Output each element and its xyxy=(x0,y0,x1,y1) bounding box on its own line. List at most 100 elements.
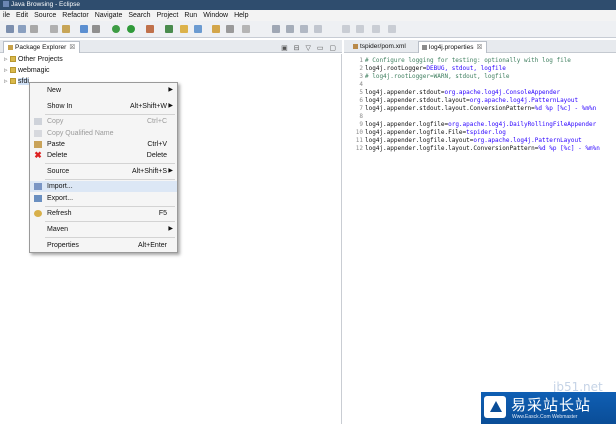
menu-item-properties[interactable]: Properties Alt+Enter xyxy=(30,240,177,251)
new-package-icon[interactable] xyxy=(180,25,188,33)
menu-separator xyxy=(45,114,175,115)
line-number: 1 xyxy=(359,57,363,64)
project-icon xyxy=(10,78,16,85)
menu-item-shortcut: F5 xyxy=(158,210,167,217)
print-icon[interactable] xyxy=(30,25,38,33)
window-titlebar: Java Browsing - Eclipse xyxy=(0,0,616,10)
menu-item-maven[interactable]: Maven ▶ xyxy=(30,224,177,235)
close-icon[interactable]: ☒ xyxy=(476,44,482,51)
code-key: log4j.appender.stdout.layout.ConversionP… xyxy=(365,105,535,112)
menu-refactor[interactable]: Refactor xyxy=(59,10,91,21)
tab-pom-xml[interactable]: tspider/pom.xml xyxy=(350,41,410,53)
properties-file-icon xyxy=(422,44,427,50)
menu-item-shortcut: Ctrl+C xyxy=(146,118,167,125)
menu-project[interactable]: Project xyxy=(154,10,182,21)
menu-item-refresh[interactable]: Refresh F5 xyxy=(30,208,177,219)
menu-item-label: Import... xyxy=(47,183,73,190)
menu-item-import[interactable]: Import... xyxy=(30,181,177,192)
menu-search[interactable]: Search xyxy=(125,10,153,21)
watermark-title: 易采站长站 xyxy=(511,396,592,414)
watermark-subtitle: Www.Easck.Com Webmaster xyxy=(512,414,578,420)
code-key: log4j.rootLogger= xyxy=(365,65,427,72)
menu-item-source[interactable]: Source Alt+Shift+S ▶ xyxy=(30,166,177,177)
debug-icon[interactable] xyxy=(80,25,88,33)
menu-run[interactable]: Run xyxy=(181,10,200,21)
tab-log4j-properties[interactable]: log4j.properties ☒ xyxy=(418,41,488,53)
tree-item-label: webmagic xyxy=(18,67,50,74)
forward-icon[interactable] xyxy=(356,25,364,33)
code-line: 7 log4j.appender.stdout.layout.Conversion… xyxy=(344,105,596,113)
menu-item-label: Paste xyxy=(47,141,65,148)
menu-item-copy[interactable]: Copy Ctrl+C xyxy=(30,116,177,127)
code-line: 1 # Configure logging for testing: option… xyxy=(344,57,571,65)
annotation-icon[interactable] xyxy=(314,25,322,33)
tree-item-sfdi[interactable]: ▹ sfdi xyxy=(4,77,29,87)
menu-item-label: Export... xyxy=(47,195,74,202)
new-class-icon[interactable] xyxy=(194,25,202,33)
menu-item-export[interactable]: Export... xyxy=(30,193,177,204)
perspective-icon[interactable] xyxy=(272,25,280,33)
toggle-mark-icon[interactable] xyxy=(242,25,250,33)
skip-breakpoints-icon[interactable] xyxy=(92,25,100,33)
menu-item-new[interactable]: New ▶ xyxy=(30,85,177,96)
code-value: org.apache.log4j.DailyRollingFileAppende… xyxy=(448,121,597,128)
submenu-arrow-icon: ▶ xyxy=(168,168,173,174)
save-icon[interactable] xyxy=(18,25,26,33)
menu-file[interactable]: ile xyxy=(0,10,13,21)
menu-window[interactable]: Window xyxy=(200,10,231,21)
code-value: org.apache.log4j.ConsoleAppender xyxy=(444,89,561,96)
code-value: tspider.log xyxy=(466,129,506,136)
code-line: 8 xyxy=(344,113,365,121)
run-icon[interactable] xyxy=(127,25,135,33)
open-type-icon[interactable] xyxy=(212,25,220,33)
line-number: 2 xyxy=(359,65,363,72)
tree-item-other-projects[interactable]: ▹ Other Projects xyxy=(4,55,63,65)
line-number: 10 xyxy=(355,129,363,136)
code-value: org.apache.log4j.PatternLayout xyxy=(473,137,582,144)
new-java-project-icon[interactable] xyxy=(165,25,173,33)
menu-source[interactable]: Source xyxy=(31,10,59,21)
block-select-icon[interactable] xyxy=(300,25,308,33)
menu-item-delete[interactable]: ✖ Delete Delete xyxy=(30,150,177,161)
code-line: 4 xyxy=(344,81,365,89)
code-comment: # Configure logging for testing: optiona… xyxy=(365,57,571,64)
submenu-arrow-icon: ▶ xyxy=(168,226,173,232)
site-logo-icon xyxy=(484,396,506,418)
debug-run-icon[interactable] xyxy=(112,25,120,33)
line-number: 3 xyxy=(359,73,363,80)
toggle-whitespace-icon[interactable] xyxy=(286,25,294,33)
close-icon[interactable]: ☒ xyxy=(69,44,75,51)
export-icon xyxy=(34,195,42,202)
line-number: 4 xyxy=(359,81,363,88)
last-edit-icon[interactable] xyxy=(372,25,380,33)
paste-icon xyxy=(34,141,42,148)
code-editor[interactable]: 1 # Configure logging for testing: option… xyxy=(344,54,616,424)
menu-item-paste[interactable]: Paste Ctrl+V xyxy=(30,139,177,150)
search-icon[interactable] xyxy=(226,25,234,33)
save-all-icon[interactable] xyxy=(50,25,58,33)
new-icon[interactable] xyxy=(6,25,14,33)
build-icon[interactable] xyxy=(62,25,70,33)
watermark-logo: 易采站长站 Www.Easck.Com Webmaster xyxy=(481,392,616,424)
code-line: 5 log4j.appender.stdout=org.apache.log4j.… xyxy=(344,89,560,97)
menu-edit[interactable]: Edit xyxy=(13,10,31,21)
menu-help[interactable]: Help xyxy=(231,10,251,21)
line-number: 7 xyxy=(359,105,363,112)
tree-item-webmagic[interactable]: ▹ webmagic xyxy=(4,66,50,76)
code-key: log4j.appender.logfile= xyxy=(365,121,449,128)
submenu-arrow-icon: ▶ xyxy=(168,87,173,93)
menu-item-show-in[interactable]: Show In Alt+Shift+W ▶ xyxy=(30,101,177,112)
code-key: log4j.appender.stdout.layout= xyxy=(365,97,470,104)
menu-navigate[interactable]: Navigate xyxy=(92,10,126,21)
main-toolbar xyxy=(0,21,616,38)
menu-separator xyxy=(45,221,175,222)
menu-item-copy-qualified-name[interactable]: Copy Qualified Name xyxy=(30,128,177,139)
code-key: log4j.appender.stdout= xyxy=(365,89,445,96)
package-explorer-title: Package Explorer xyxy=(15,44,67,51)
external-tools-icon[interactable] xyxy=(146,25,154,33)
next-annotation-icon[interactable] xyxy=(388,25,396,33)
window-title: Java Browsing - Eclipse xyxy=(11,1,80,8)
menu-item-label: Properties xyxy=(47,242,79,249)
tab-package-explorer[interactable]: Package Explorer ☒ xyxy=(3,41,81,53)
back-icon[interactable] xyxy=(342,25,350,33)
